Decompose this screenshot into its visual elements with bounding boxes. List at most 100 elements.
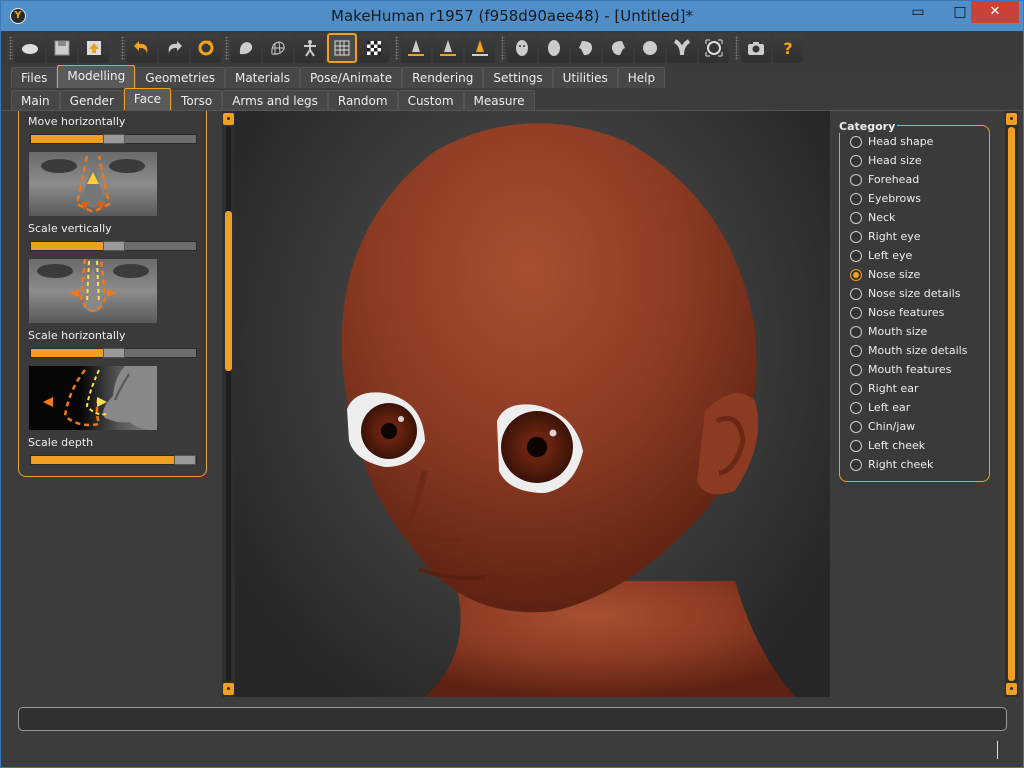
category-mouth-size-details[interactable]: Mouth size details: [850, 341, 967, 360]
radio-button[interactable]: [850, 325, 862, 338]
slider-handle[interactable]: [103, 134, 125, 144]
category-head-shape[interactable]: Head shape: [850, 132, 933, 151]
tab-pose-animate[interactable]: Pose/Animate: [299, 67, 403, 88]
wireframe-button[interactable]: [263, 33, 293, 63]
reset-button[interactable]: [191, 33, 221, 63]
subtab-face[interactable]: Face: [123, 88, 172, 111]
side-view-button[interactable]: [465, 33, 495, 63]
minimize-button[interactable]: ▭: [903, 1, 933, 23]
scroll-down-button[interactable]: [1006, 683, 1017, 695]
category-forehead[interactable]: Forehead: [850, 170, 919, 189]
slider-scale-depth[interactable]: [30, 455, 197, 465]
radio-label: Nose size: [868, 268, 921, 281]
scroll-down-button[interactable]: [223, 683, 234, 695]
category-nose-size-details[interactable]: Nose size details: [850, 284, 960, 303]
slider-handle[interactable]: [103, 348, 125, 358]
face-back-button[interactable]: [539, 33, 569, 63]
back-view-button[interactable]: [433, 33, 463, 63]
subtab-random[interactable]: Random: [327, 90, 398, 111]
category-right-eye[interactable]: Right eye: [850, 227, 921, 246]
slider-move-horizontally[interactable]: [30, 134, 197, 144]
radio-button[interactable]: [850, 135, 862, 148]
subtab-torso[interactable]: Torso: [171, 90, 223, 111]
category-eyebrows[interactable]: Eyebrows: [850, 189, 921, 208]
tab-geometries[interactable]: Geometries: [135, 67, 225, 88]
face-bottom-button[interactable]: [667, 33, 697, 63]
radio-button[interactable]: [850, 382, 862, 395]
subtab-arms-and-legs[interactable]: Arms and legs: [222, 90, 328, 111]
redo-button[interactable]: [159, 33, 189, 63]
tab-rendering[interactable]: Rendering: [402, 67, 484, 88]
radio-button[interactable]: [850, 211, 862, 224]
radio-button[interactable]: [850, 249, 862, 262]
subtab-custom[interactable]: Custom: [397, 90, 464, 111]
right-panel-scrollbar[interactable]: [1005, 111, 1018, 697]
close-button[interactable]: ✕: [971, 1, 1019, 23]
hide-button[interactable]: [15, 33, 45, 63]
tab-modelling[interactable]: Modelling: [57, 65, 136, 88]
radio-button[interactable]: [850, 192, 862, 205]
background-button[interactable]: [359, 33, 389, 63]
category-right-ear[interactable]: Right ear: [850, 379, 919, 398]
radio-button[interactable]: [850, 154, 862, 167]
scroll-up-button[interactable]: [223, 113, 234, 125]
category-mouth-size[interactable]: Mouth size: [850, 322, 927, 341]
radio-button[interactable]: [850, 458, 862, 471]
tab-files[interactable]: Files: [11, 67, 58, 88]
category-left-ear[interactable]: Left ear: [850, 398, 910, 417]
tab-utilities[interactable]: Utilities: [552, 67, 618, 88]
category-mouth-features[interactable]: Mouth features: [850, 360, 951, 379]
radio-button[interactable]: [850, 306, 862, 319]
radio-button[interactable]: [850, 268, 862, 281]
face-top-button[interactable]: [635, 33, 665, 63]
left-panel-scrollbar[interactable]: [222, 111, 235, 697]
radio-button[interactable]: [850, 344, 862, 357]
category-head-size[interactable]: Head size: [850, 151, 922, 170]
radio-button[interactable]: [850, 173, 862, 186]
reset-camera-button[interactable]: [699, 33, 729, 63]
face-right-button[interactable]: [603, 33, 633, 63]
nose-move-horizontal-preview: [29, 152, 157, 216]
category-chin-jaw[interactable]: Chin/jaw: [850, 417, 915, 436]
scroll-thumb[interactable]: [225, 211, 232, 371]
undo-button[interactable]: [127, 33, 157, 63]
app-window: Y MakeHuman r1957 (f958d90aee48) - [Unti…: [0, 0, 1024, 768]
scroll-up-button[interactable]: [1006, 113, 1017, 125]
face-left-button[interactable]: [571, 33, 601, 63]
subtab-main[interactable]: Main: [11, 90, 60, 111]
slider-scale-horizontally[interactable]: [30, 348, 197, 358]
front-view-button[interactable]: [401, 33, 431, 63]
save-button[interactable]: [47, 33, 77, 63]
face-front-button[interactable]: [507, 33, 537, 63]
grid-button[interactable]: [327, 33, 357, 63]
toolbar: ?: [1, 31, 1023, 65]
radio-button[interactable]: [850, 287, 862, 300]
radio-button[interactable]: [850, 439, 862, 452]
subtab-measure[interactable]: Measure: [463, 90, 535, 111]
scroll-thumb[interactable]: [1008, 127, 1015, 681]
tab-settings[interactable]: Settings: [483, 67, 553, 88]
category-nose-features[interactable]: Nose features: [850, 303, 944, 322]
subtab-gender[interactable]: Gender: [59, 90, 124, 111]
radio-button[interactable]: [850, 401, 862, 414]
export-button[interactable]: [79, 33, 109, 63]
radio-button[interactable]: [850, 420, 862, 433]
radio-label: Nose size details: [868, 287, 961, 300]
radio-button[interactable]: [850, 363, 862, 376]
smooth-button[interactable]: [231, 33, 261, 63]
slider-handle[interactable]: [174, 455, 196, 465]
pose-button[interactable]: [295, 33, 325, 63]
screenshot-button[interactable]: [741, 33, 771, 63]
help-button[interactable]: ?: [773, 33, 803, 63]
category-left-cheek[interactable]: Left cheek: [850, 436, 925, 455]
tab-materials[interactable]: Materials: [224, 67, 300, 88]
tab-help[interactable]: Help: [617, 67, 666, 88]
category-neck[interactable]: Neck: [850, 208, 895, 227]
slider-handle[interactable]: [103, 241, 125, 251]
category-right-cheek[interactable]: Right cheek: [850, 455, 933, 474]
radio-button[interactable]: [850, 230, 862, 243]
category-left-eye[interactable]: Left eye: [850, 246, 912, 265]
slider-scale-vertically[interactable]: [30, 241, 197, 251]
category-nose-size[interactable]: Nose size: [850, 265, 920, 284]
3d-viewport[interactable]: [235, 111, 830, 697]
